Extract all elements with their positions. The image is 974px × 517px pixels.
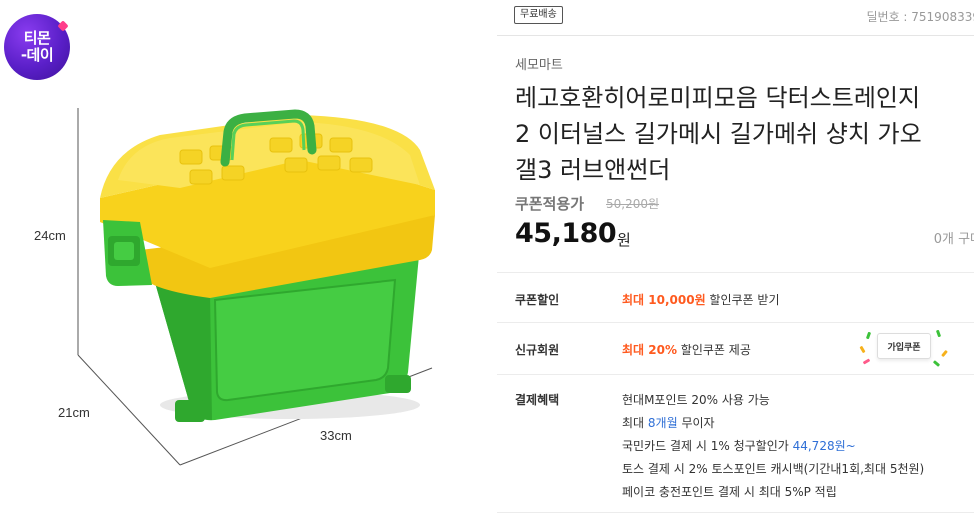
title-line: 레고호환히어로미피모음 닥터스트레인지	[515, 84, 921, 112]
card-discount-price: 44,728원~	[792, 439, 856, 453]
installment-months: 8개월	[647, 416, 678, 430]
info-topbar: 무료배송 딜번호 : 751908339	[497, 0, 974, 36]
coupon-price-label: 쿠폰적용가	[515, 195, 585, 213]
coupon-action-text: 할인쿠폰 받기	[705, 293, 780, 307]
free-shipping-badge: 무료배송	[514, 6, 563, 24]
divider	[497, 512, 974, 513]
title-line: 갤3 러브앤썬더	[515, 156, 671, 184]
currency-unit: 원	[617, 231, 631, 249]
divider	[497, 374, 974, 375]
new-member-action-text: 할인쿠폰 제공	[676, 343, 751, 357]
product-info-pane: 무료배송 딜번호 : 751908339 세모마트 레고호환히어로미피모음 닥터…	[497, 0, 974, 517]
sale-price: 45,180	[515, 218, 617, 249]
benefit-item: 현대M포인트 20% 사용 가능	[622, 393, 770, 407]
coupon-max-amount: 최대 10,000원	[622, 293, 706, 307]
new-member-label: 신규회원	[515, 343, 560, 357]
benefit-item: 국민카드 결제 시 1% 청구할인가 44,728원~	[622, 439, 856, 453]
signup-coupon-tag: 가입쿠폰	[877, 333, 931, 359]
payment-benefits-list: 현대M포인트 20% 사용 가능 최대 8개월 무이자 국민카드 결제 시 1%…	[622, 389, 924, 504]
new-member-coupon-text: 최대 20% 할인쿠폰 제공	[622, 341, 751, 358]
signup-coupon-button[interactable]: 가입쿠폰	[857, 326, 957, 370]
purchase-count: 0개 구매	[933, 232, 974, 247]
divider	[497, 272, 974, 273]
original-price: 50,200원	[606, 197, 660, 211]
width-dimension-label: 33cm	[320, 428, 352, 443]
storage-box-image	[77, 108, 435, 466]
new-member-max-rate: 최대 20%	[622, 343, 677, 357]
deal-number: 딜번호 : 751908339	[866, 10, 974, 24]
height-dimension-label: 24cm	[34, 228, 66, 243]
benefit-item: 최대 8개월 무이자	[622, 416, 715, 430]
payment-benefits-label: 결제혜택	[515, 393, 560, 407]
product-image-pane: 티몬 -데이 24cm 21cm 33cm	[0, 0, 490, 517]
title-line: 2 이터널스 길가메시 길가메쉬 샹치 가오	[515, 120, 922, 148]
benefit-item: 토스 결제 시 2% 토스포인트 캐시백(기간내1회,최대 5천원)	[622, 462, 925, 476]
benefit-item: 페이코 충전포인트 결제 시 최대 5%P 적립	[622, 485, 837, 499]
divider	[497, 322, 974, 323]
seller-name[interactable]: 세모마트	[515, 54, 563, 73]
product-title: 레고호환히어로미피모음 닥터스트레인지 2 이터널스 길가메시 길가메쉬 샹치 …	[515, 80, 974, 188]
coupon-discount-link[interactable]: 최대 10,000원 할인쿠폰 받기	[622, 291, 779, 308]
depth-dimension-label: 21cm	[58, 405, 90, 420]
coupon-discount-label: 쿠폰할인	[515, 293, 560, 307]
